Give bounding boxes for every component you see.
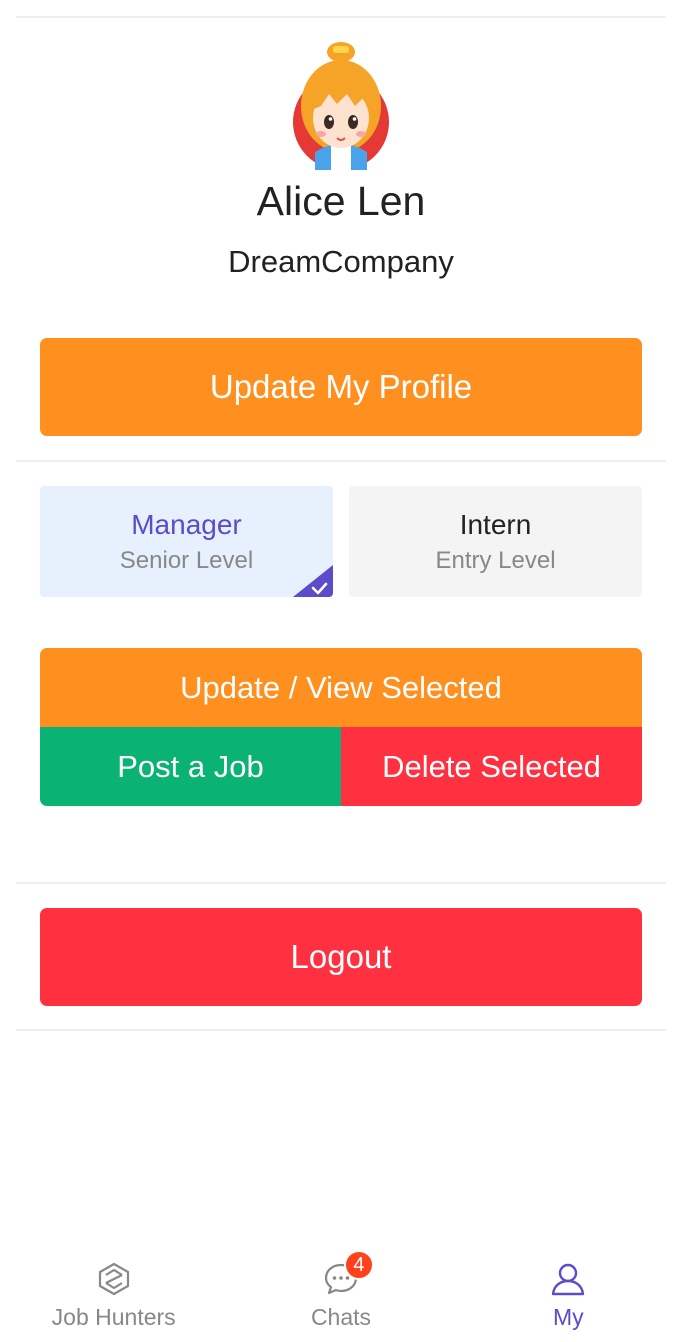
user-icon bbox=[552, 1263, 585, 1296]
tab-label: Job Hunters bbox=[51, 1304, 176, 1330]
job-title: Intern bbox=[459, 508, 532, 540]
job-hunters-icon bbox=[98, 1262, 129, 1296]
selected-check-icon bbox=[293, 565, 333, 597]
chat-icon-wrap: 4 bbox=[322, 1250, 374, 1298]
tab-chats[interactable]: 4 Chats bbox=[227, 1248, 454, 1342]
update-view-selected-button[interactable]: Update / View Selected bbox=[40, 648, 642, 727]
tab-bar: Job Hunters 4 Chats My bbox=[0, 1248, 682, 1342]
section-divider bbox=[16, 882, 666, 884]
profile-company: DreamCompany bbox=[228, 244, 454, 279]
tab-label: Chats bbox=[310, 1304, 372, 1330]
post-job-button[interactable]: Post a Job bbox=[40, 727, 341, 806]
delete-selected-button[interactable]: Delete Selected bbox=[341, 727, 642, 806]
job-level: Senior Level bbox=[119, 546, 254, 574]
avatar bbox=[293, 42, 389, 170]
update-profile-button[interactable]: Update My Profile bbox=[40, 338, 642, 436]
logout-button[interactable]: Logout bbox=[40, 908, 642, 1006]
tab-label: My bbox=[552, 1304, 584, 1330]
job-card-manager[interactable]: Manager Senior Level bbox=[40, 486, 333, 597]
job-card-intern[interactable]: Intern Entry Level bbox=[349, 486, 642, 597]
section-divider bbox=[16, 1029, 666, 1031]
profile-name: Alice Len bbox=[256, 178, 426, 224]
tab-my[interactable]: My bbox=[455, 1248, 682, 1342]
section-divider bbox=[16, 460, 666, 462]
job-title: Manager bbox=[131, 508, 242, 540]
job-level: Entry Level bbox=[435, 546, 556, 574]
top-divider bbox=[16, 16, 666, 18]
chat-badge: 4 bbox=[343, 1250, 374, 1280]
tab-job-hunters[interactable]: Job Hunters bbox=[0, 1248, 227, 1342]
